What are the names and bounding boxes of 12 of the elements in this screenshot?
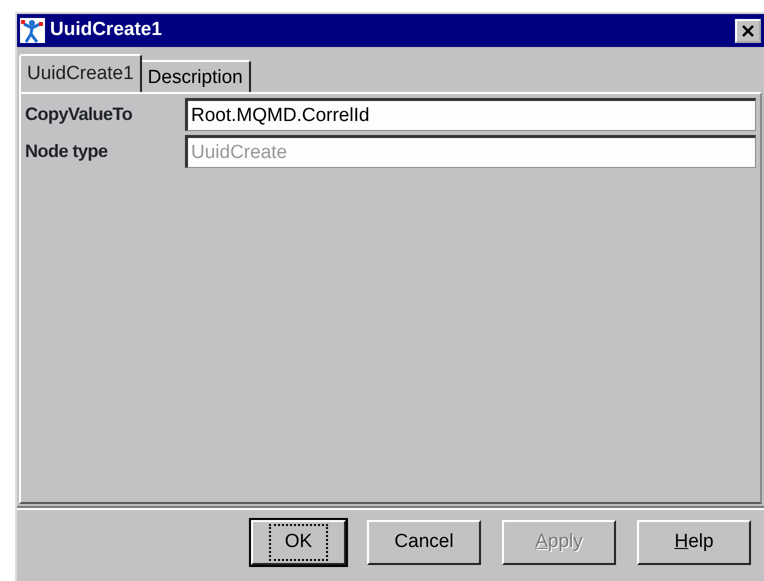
window-title: UuidCreate1 (50, 18, 162, 42)
dialog-button[interactable]: Cancel (367, 520, 481, 565)
dialog-button[interactable]: Help (637, 520, 751, 565)
dialog-button[interactable]: OK (251, 520, 346, 565)
field-label: Node type (25, 140, 109, 163)
app-icon (19, 17, 46, 44)
text-field[interactable]: Root.MQMD.CorrelId (185, 98, 756, 131)
close-icon (741, 24, 755, 36)
tab[interactable]: UuidCreate1 (19, 54, 142, 92)
field-label: CopyValueTo (25, 103, 134, 126)
tab[interactable]: Description (140, 60, 251, 92)
close-button[interactable] (735, 18, 761, 42)
